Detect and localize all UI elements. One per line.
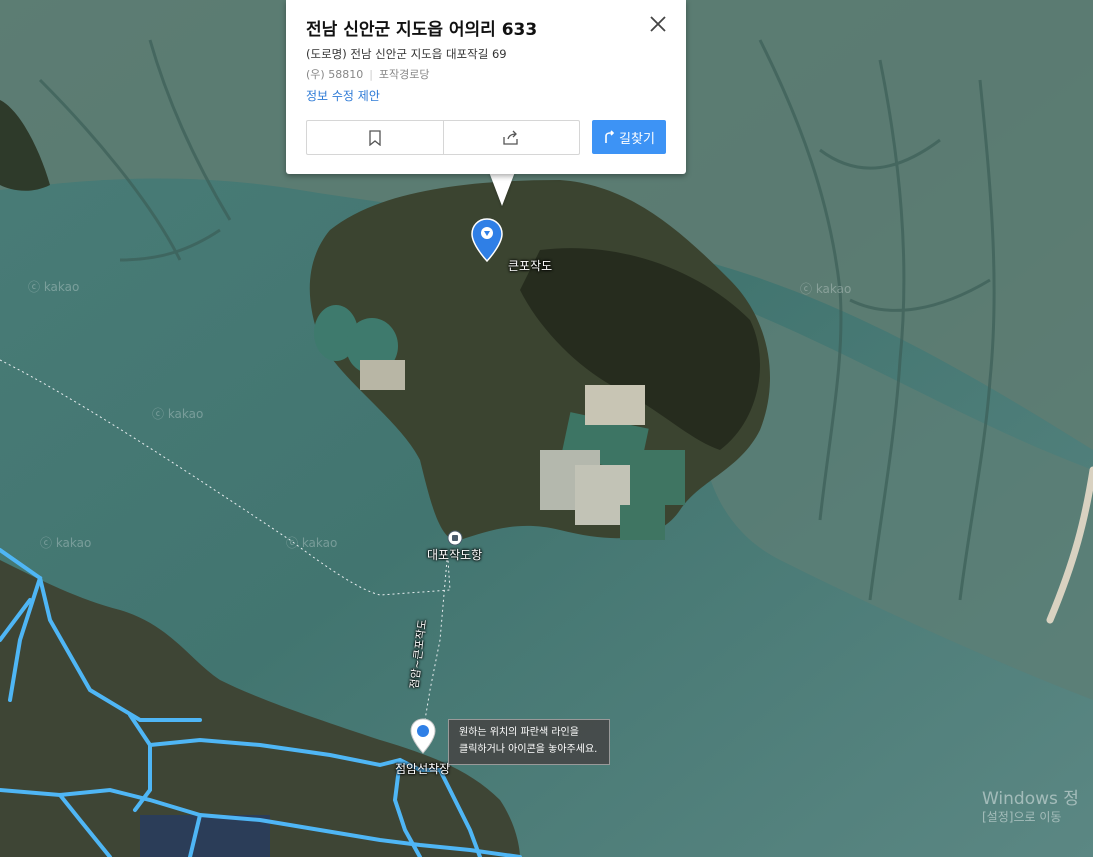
share-icon: [503, 130, 518, 145]
bookmark-icon: [369, 129, 381, 146]
route-icon: [605, 130, 615, 143]
road-view-tooltip: 원하는 위치의 파란색 라인을 클릭하거나 아이콘을 놓아주세요.: [448, 719, 610, 765]
windows-activation-subtitle: [설정]으로 이동: [982, 810, 1062, 824]
postal-info: (우) 58810 | 포작경로당: [306, 66, 430, 82]
location-pin-icon[interactable]: [471, 218, 503, 262]
action-button-group: [306, 120, 580, 155]
tooltip-line-1: 원하는 위치의 파란색 라인을: [459, 727, 579, 738]
salt-field-south: [140, 815, 270, 857]
map-watermark: ⓒ kakao: [40, 536, 92, 550]
map-watermark: ⓒ kakao: [152, 407, 204, 421]
road-address: (도로명) 전남 신안군 지도읍 대포작길 69: [306, 47, 507, 61]
port-label[interactable]: 대포작도항: [427, 546, 482, 563]
map-watermark: ⓒ kakao: [286, 536, 338, 550]
drop-pin-icon[interactable]: [410, 718, 436, 754]
zip-code: (우) 58810: [306, 68, 364, 81]
separator: |: [369, 68, 373, 81]
place-info-popup: 전남 신안군 지도읍 어의리 633 (도로명) 전남 신안군 지도읍 대포작길…: [286, 0, 686, 174]
share-button[interactable]: [442, 121, 580, 154]
pier-label[interactable]: 점암선착장: [395, 760, 450, 777]
edit-info-link[interactable]: 정보 수정 제안: [306, 87, 380, 104]
tooltip-line-2: 클릭하거나 아이콘을 놓아주세요.: [459, 744, 598, 755]
bookmark-button[interactable]: [307, 121, 443, 154]
windows-activation-title: Windows 정: [982, 789, 1079, 809]
directions-button[interactable]: 길찾기: [592, 120, 666, 154]
directions-label: 길찾기: [619, 131, 655, 147]
map-watermark: ⓒ kakao: [28, 280, 80, 294]
address-title: 전남 신안군 지도읍 어의리 633: [306, 20, 538, 40]
popup-tail: [489, 172, 515, 206]
map-watermark: ⓒ kakao: [800, 282, 852, 296]
close-icon[interactable]: [648, 14, 668, 34]
port-icon[interactable]: [447, 530, 463, 546]
place-name: 포작경로당: [378, 68, 430, 81]
island-label[interactable]: 큰포작도: [508, 257, 552, 274]
